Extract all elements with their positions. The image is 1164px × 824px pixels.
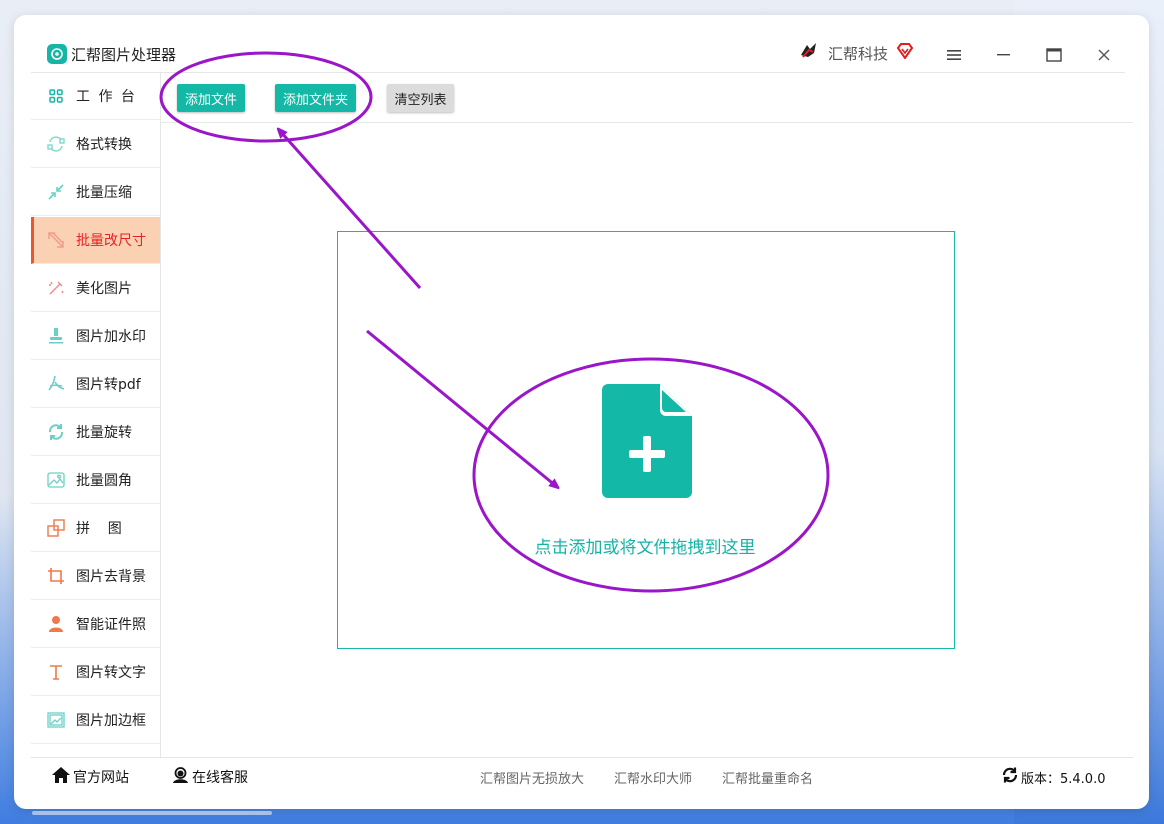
add-file-icon[interactable] — [602, 384, 692, 498]
convert-icon — [47, 135, 65, 153]
footer-link-upscale[interactable]: 汇帮图片无损放大 — [480, 768, 584, 787]
refresh-icon — [1002, 767, 1018, 787]
drop-zone-hint[interactable]: 点击添加或将文件拖拽到这里 — [520, 533, 770, 558]
sidebar-item-label: 批量旋转 — [76, 425, 132, 441]
version-label: 版本：5.4.0.0 — [1021, 771, 1106, 787]
sidebar-item-label: 拼 图 — [76, 521, 122, 537]
app-logo-icon — [47, 44, 67, 64]
sidebar-item-label: 图片加水印 — [76, 329, 146, 345]
beautify-icon — [47, 279, 65, 297]
pdf-icon — [47, 375, 65, 393]
sidebar-item-label: 图片转pdf — [76, 377, 141, 393]
app-title: 汇帮图片处理器 — [71, 46, 177, 64]
sidebar-item-id-photo[interactable]: 智能证件照 — [31, 601, 160, 648]
maximize-icon[interactable] — [1042, 43, 1066, 67]
sidebar-item-label: 图片去背景 — [76, 569, 146, 585]
sidebar-item-label: 工 作 台 — [76, 89, 137, 105]
footer: 官方网站 在线客服 汇帮图片无损放大 汇帮水印大师 汇帮批量重命名 版本：5.4… — [31, 758, 1133, 794]
sidebar-item-label: 格式转换 — [76, 137, 132, 153]
sidebar-item-workbench[interactable]: 工 作 台 — [31, 73, 160, 120]
text-icon — [47, 663, 65, 681]
title-bar: 汇帮图片处理器 汇帮科技 — [14, 15, 1149, 73]
sidebar-item-collage[interactable]: 拼 图 — [31, 505, 160, 552]
official-website-label: 官方网站 — [73, 770, 129, 786]
app-window: 汇帮图片处理器 汇帮科技 工 作 台 格式转换 批量压缩 批量改尺寸 美化图片 … — [14, 15, 1149, 809]
sidebar-item-label: 图片加边框 — [76, 713, 146, 729]
crop-icon — [47, 567, 65, 585]
sidebar-item-ocr[interactable]: 图片转文字 — [31, 649, 160, 696]
sidebar-item-label: 批量改尺寸 — [76, 233, 146, 249]
compress-icon — [47, 183, 65, 201]
frame-icon — [47, 711, 65, 729]
person-icon — [47, 615, 65, 633]
close-icon[interactable] — [1092, 43, 1116, 67]
footer-link-rename[interactable]: 汇帮批量重命名 — [722, 768, 813, 787]
watermark-icon — [47, 327, 65, 345]
online-support-link[interactable]: 在线客服 — [172, 767, 248, 787]
brand: 汇帮科技 — [798, 41, 914, 65]
add-folder-button[interactable]: 添加文件夹 — [275, 84, 356, 112]
home-icon — [52, 767, 70, 787]
sidebar: 工 作 台 格式转换 批量压缩 批量改尺寸 美化图片 图片加水印 图片转pdf … — [31, 73, 161, 757]
sidebar-item-rounded-corner[interactable]: 批量圆角 — [31, 457, 160, 504]
vip-icon[interactable] — [896, 43, 914, 63]
sidebar-item-label: 批量压缩 — [76, 185, 132, 201]
sidebar-item-label: 批量圆角 — [76, 473, 132, 489]
minimize-icon[interactable] — [992, 43, 1016, 67]
clear-list-button[interactable]: 清空列表 — [387, 84, 454, 112]
sidebar-item-remove-bg[interactable]: 图片去背景 — [31, 553, 160, 600]
brand-logo-icon — [798, 41, 820, 65]
title-divider — [31, 72, 1125, 73]
footer-link-watermark[interactable]: 汇帮水印大师 — [614, 768, 692, 787]
sidebar-item-label: 美化图片 — [76, 281, 132, 297]
sidebar-item-label: 智能证件照 — [76, 617, 146, 633]
official-website-link[interactable]: 官方网站 — [52, 767, 129, 787]
brand-name: 汇帮科技 — [828, 44, 889, 63]
sidebar-item-label: 图片转文字 — [76, 665, 146, 681]
grid-icon — [47, 87, 65, 105]
collage-icon — [47, 519, 65, 537]
sidebar-item-resize[interactable]: 批量改尺寸 — [31, 217, 160, 264]
toolbar-divider — [161, 122, 1133, 123]
resize-icon — [47, 231, 65, 249]
sidebar-item-rotate[interactable]: 批量旋转 — [31, 409, 160, 456]
rounded-corner-icon — [47, 471, 65, 489]
sidebar-item-format-convert[interactable]: 格式转换 — [31, 121, 160, 168]
sidebar-item-to-pdf[interactable]: 图片转pdf — [31, 361, 160, 408]
menu-icon[interactable] — [942, 43, 966, 67]
online-support-label: 在线客服 — [192, 770, 248, 786]
taskbar-scroll-indicator — [32, 811, 272, 815]
rotate-icon — [47, 423, 65, 441]
sidebar-item-compress[interactable]: 批量压缩 — [31, 169, 160, 216]
version-info[interactable]: 版本：5.4.0.0 — [1002, 767, 1105, 787]
sidebar-item-watermark[interactable]: 图片加水印 — [31, 313, 160, 360]
sidebar-item-frame[interactable]: 图片加边框 — [31, 697, 160, 744]
sidebar-item-beautify[interactable]: 美化图片 — [31, 265, 160, 312]
add-file-button[interactable]: 添加文件 — [177, 84, 245, 112]
support-icon — [172, 767, 189, 787]
